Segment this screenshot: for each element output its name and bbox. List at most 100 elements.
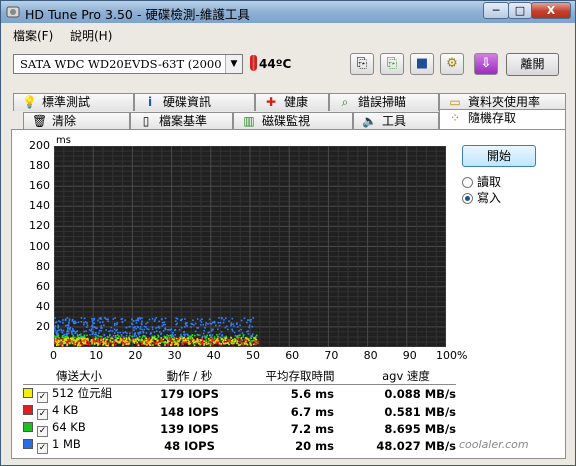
temperature-value: 44ºC bbox=[259, 57, 292, 71]
chevron-down-icon[interactable]: ▼ bbox=[225, 55, 242, 73]
scatter-point bbox=[61, 344, 64, 347]
scatter-point bbox=[139, 335, 141, 338]
scatter-point bbox=[113, 341, 116, 344]
start-button[interactable]: 開始 bbox=[462, 145, 536, 167]
read-radio-dot[interactable] bbox=[462, 177, 473, 188]
scatter-point bbox=[242, 336, 245, 338]
thermometer-icon bbox=[250, 55, 257, 71]
menu-help[interactable]: 說明(H) bbox=[70, 27, 112, 44]
table-row: ✓ 1 MB 48 IOPS 20 ms 48.027 MB/s bbox=[23, 437, 456, 454]
scatter-point bbox=[249, 320, 252, 323]
scatter-point bbox=[119, 331, 121, 334]
scatter-point bbox=[160, 333, 162, 335]
scatter-point bbox=[211, 334, 214, 336]
scatter-point bbox=[103, 324, 105, 327]
scatter-point bbox=[139, 326, 142, 328]
y-tick-label: 40 bbox=[36, 299, 50, 313]
options-button[interactable]: ⚙ bbox=[440, 53, 464, 75]
tab-erase[interactable]: 🗑 清除 bbox=[23, 112, 130, 130]
scatter-point bbox=[124, 343, 126, 345]
scatter-point bbox=[128, 334, 131, 337]
scatter-point bbox=[71, 330, 74, 333]
tab-label: 健康 bbox=[284, 95, 309, 109]
tab-benchmark[interactable]: 💡 標準測試 bbox=[13, 93, 134, 111]
scatter-point bbox=[166, 334, 168, 336]
scatter-point bbox=[181, 343, 184, 345]
scatter-point bbox=[129, 332, 131, 335]
scatter-point bbox=[215, 342, 218, 345]
tab-tools[interactable]: 🔈 工具 bbox=[353, 112, 439, 130]
copy-image-button[interactable]: ⎘ bbox=[380, 53, 404, 75]
tab-label: 資料夾使用率 bbox=[468, 95, 541, 109]
exit-down-button[interactable]: ⇩ bbox=[474, 53, 498, 75]
copy-text-icon: ⎘ bbox=[356, 56, 368, 71]
tab-random-access[interactable]: ⁘ 隨機存取 bbox=[439, 109, 566, 130]
scatter-point bbox=[141, 343, 143, 345]
scatter-point bbox=[107, 320, 110, 323]
series-checkbox[interactable]: ✓ bbox=[37, 392, 48, 403]
scatter-point bbox=[223, 319, 225, 321]
scatter-point bbox=[186, 324, 188, 327]
tab-error-scan[interactable]: ⌕ 錯誤掃瞄 bbox=[329, 93, 439, 111]
scatter-point bbox=[220, 331, 223, 333]
save-button[interactable]: ■ bbox=[410, 53, 434, 75]
scatter-point bbox=[248, 339, 250, 342]
scatter-point bbox=[248, 324, 251, 327]
scatter-point bbox=[133, 333, 136, 335]
scatter-point bbox=[128, 326, 131, 328]
scatter-point bbox=[74, 331, 77, 334]
scatter-point bbox=[81, 341, 84, 344]
scatter-point bbox=[198, 334, 201, 336]
title-bar[interactable]: HD Tune Pro 3.50 - 硬碟檢測-維護工具 ─ □ X bbox=[1, 1, 575, 23]
scatter-point bbox=[108, 334, 111, 337]
scatter-point bbox=[203, 329, 206, 332]
minimize-button[interactable]: ─ bbox=[483, 2, 509, 19]
scatter-point bbox=[95, 333, 97, 336]
tab-label: 硬碟資訊 bbox=[163, 95, 212, 109]
scatter-point bbox=[184, 322, 187, 325]
scatter-point bbox=[143, 342, 145, 345]
scatter-point bbox=[227, 328, 229, 331]
copy-text-button[interactable]: ⎘ bbox=[350, 53, 374, 75]
scatter-point bbox=[151, 317, 154, 320]
tab-health[interactable]: ✚ 健康 bbox=[255, 93, 329, 111]
scatter-point bbox=[88, 341, 90, 344]
scatter-point bbox=[124, 319, 126, 321]
scatter-point bbox=[136, 341, 138, 344]
tab-disk-monitor[interactable]: ▥ 磁碟監視 bbox=[233, 112, 353, 130]
scatter-point bbox=[140, 323, 143, 326]
write-radio-dot[interactable] bbox=[462, 193, 473, 204]
scatter-point bbox=[100, 329, 103, 332]
series-checkbox[interactable]: ✓ bbox=[37, 426, 48, 437]
scatter-point bbox=[178, 329, 181, 331]
y-tick-label: 200 bbox=[29, 139, 50, 152]
scatter-point bbox=[155, 317, 158, 319]
tab-file-benchmark[interactable]: ▯ 檔案基準 bbox=[130, 112, 233, 130]
scatter-point bbox=[84, 321, 87, 323]
scatter-point bbox=[66, 317, 69, 319]
series-checkbox[interactable]: ✓ bbox=[37, 443, 48, 454]
scatter-point bbox=[245, 330, 248, 333]
scatter-point bbox=[95, 327, 97, 329]
scatter-point bbox=[135, 340, 137, 342]
scatter-point bbox=[204, 336, 207, 338]
menu-file[interactable]: 檔案(F) bbox=[13, 27, 53, 44]
scatter-point bbox=[93, 326, 96, 328]
maximize-button[interactable]: □ bbox=[508, 2, 532, 19]
scatter-point bbox=[77, 338, 80, 341]
close-button[interactable]: X bbox=[531, 2, 571, 19]
tab-info[interactable]: i 硬碟資訊 bbox=[134, 93, 255, 111]
write-radio[interactable]: 寫入 bbox=[462, 189, 501, 206]
scatter-point bbox=[252, 317, 255, 319]
exit-button[interactable]: 離開 bbox=[506, 53, 559, 76]
scatter-point bbox=[110, 337, 112, 340]
scatter-point bbox=[174, 334, 176, 336]
scatter-point bbox=[94, 332, 97, 334]
drive-select[interactable]: SATA WDC WD20EVDS-63T (2000 GB) ▼ bbox=[13, 54, 243, 74]
scatter-point bbox=[136, 338, 139, 340]
series-checkbox[interactable]: ✓ bbox=[37, 409, 48, 420]
scatter-point bbox=[99, 317, 102, 319]
scatter-point bbox=[201, 318, 203, 320]
read-radio[interactable]: 讀取 bbox=[462, 173, 501, 190]
scatter-point bbox=[166, 340, 169, 342]
